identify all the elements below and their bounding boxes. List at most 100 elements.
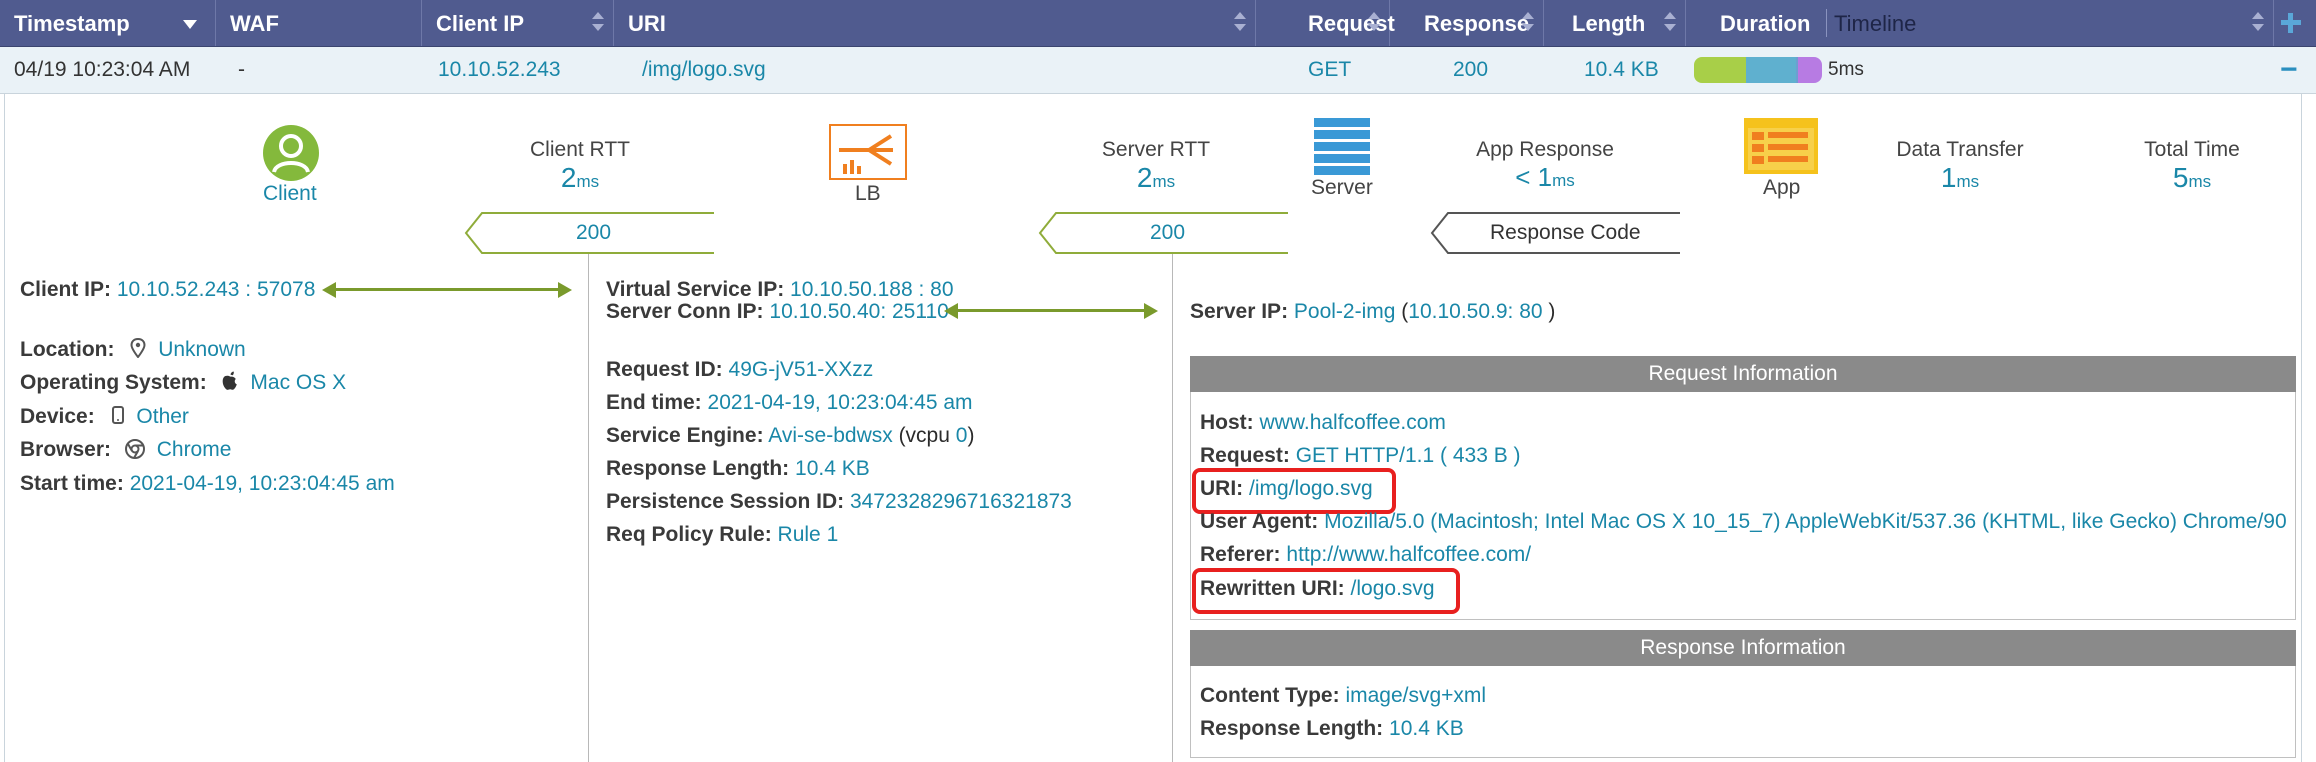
chrome-icon [124, 439, 145, 459]
sort-icon[interactable] [1663, 12, 1677, 34]
sort-desc-icon[interactable] [183, 20, 197, 29]
request-label: Request: [1200, 444, 1290, 467]
server-pool-value[interactable]: Pool-2-img [1294, 300, 1396, 323]
referer-value[interactable]: http://www.halfcoffee.com/ [1286, 543, 1531, 566]
column-label: Request [1308, 11, 1395, 36]
user-agent-label: User Agent: [1200, 510, 1319, 533]
response-code-server: 200 [1150, 221, 1186, 244]
request-id-label: Request ID: [606, 358, 723, 381]
column-waf[interactable]: WAF [216, 0, 422, 46]
resp-length-label: Response Length: [1200, 717, 1384, 740]
column-request[interactable]: Request [1256, 0, 1395, 46]
column-client-ip[interactable]: Client IP [422, 0, 614, 46]
data-transfer-unit: ms [1956, 172, 1980, 191]
policy-rule-value[interactable]: Rule 1 [778, 523, 839, 546]
column-duration[interactable]: Duration [1686, 0, 1830, 46]
client-ip-value[interactable]: 10.10.52.243 : 57078 [117, 278, 316, 301]
column-timeline[interactable]: Timeline [1828, 0, 2274, 46]
vcpu-suffix: ) [967, 424, 975, 447]
server-rtt-unit: ms [1152, 172, 1176, 191]
column-label: URI [628, 11, 666, 36]
browser-value[interactable]: Chrome [157, 438, 232, 461]
service-engine-field: Service Engine: Avi-se-bdwsx (vcpu 0) [606, 422, 974, 450]
column-label: Client IP [436, 11, 525, 36]
sort-icon[interactable] [1233, 12, 1247, 34]
timeline-server-segment [1746, 57, 1796, 83]
user-agent-field: User Agent: Mozilla/5.0 (Macintosh; Inte… [1200, 508, 2294, 536]
divider [588, 254, 589, 762]
sort-icon[interactable] [2251, 12, 2265, 34]
client-rtt-value: 2 [560, 162, 577, 193]
server-addr-value[interactable]: 10.10.50.9: 80 [1408, 300, 1542, 323]
server-label: Server [1311, 176, 1373, 199]
policy-rule-field: Req Policy Rule: Rule 1 [606, 521, 838, 549]
row-request[interactable]: GET [1308, 47, 1351, 93]
column-label: Response [1424, 11, 1530, 36]
row-uri[interactable]: /img/logo.svg [642, 47, 766, 93]
server-addr-close: ) [1542, 300, 1556, 323]
client-ip-label: Client IP: [20, 278, 112, 301]
location-field: Location: Unknown [20, 336, 246, 364]
row-waf: - [238, 58, 245, 81]
device-value[interactable]: Other [136, 405, 189, 428]
end-time-value: 2021-04-19, 10:23:04:45 am [707, 391, 973, 414]
response-code-legend: Response Code [1490, 221, 1641, 244]
column-label: WAF [230, 11, 279, 36]
lb-label: LB [855, 182, 881, 205]
os-field: Operating System: Mac OS X [20, 369, 346, 397]
server-addr-open: ( [1395, 300, 1409, 323]
arrow-right-icon [1144, 303, 1158, 319]
request-id-field: Request ID: 49G-jV51-XXzz [606, 356, 873, 384]
column-label: Timestamp [14, 11, 130, 36]
service-engine-value[interactable]: Avi-se-bdwsx [768, 424, 892, 447]
total-time-label: Total Time [2144, 138, 2240, 161]
app-icon [1744, 118, 1818, 174]
log-row[interactable]: 04/19 10:23:04 AM - 10.10.52.243 /img/lo… [0, 47, 2316, 94]
column-timestamp[interactable]: Timestamp [0, 0, 216, 46]
sort-icon[interactable] [591, 12, 605, 34]
end-time-label: End time: [606, 391, 702, 414]
plus-icon[interactable] [2278, 10, 2304, 36]
collapse-button[interactable]: − [2280, 47, 2298, 93]
persistence-id-value: 3472328296716321873 [849, 490, 1072, 513]
data-transfer-value: 1 [1940, 162, 1957, 193]
row-response[interactable]: 200 [1453, 47, 1488, 93]
server-conn-ip-value[interactable]: 10.10.50.40: 25110 [769, 300, 948, 323]
app-response-label: App Response [1476, 138, 1614, 161]
content-type-value: image/svg+xml [1345, 684, 1487, 707]
column-uri[interactable]: URI [614, 0, 1256, 46]
policy-rule-label: Req Policy Rule: [606, 523, 772, 546]
connection-line [956, 309, 1146, 312]
end-time-field: End time: 2021-04-19, 10:23:04:45 am [606, 389, 973, 417]
start-time-field: Start time: 2021-04-19, 10:23:04:45 am [20, 470, 395, 498]
location-label: Location: [20, 338, 115, 361]
sort-icon[interactable] [1521, 12, 1535, 34]
host-label: Host: [1200, 411, 1254, 434]
sort-icon[interactable] [1367, 12, 1381, 34]
server-rtt-value: 2 [1136, 162, 1153, 193]
host-field: Host: www.halfcoffee.com [1200, 409, 1446, 437]
column-label: Length [1572, 11, 1646, 36]
request-id-value[interactable]: 49G-jV51-XXzz [729, 358, 874, 381]
request-value: GET HTTP/1.1 ( 433 B ) [1295, 444, 1521, 467]
client-label: Client [263, 182, 317, 205]
app-response-unit: ms [1552, 171, 1575, 190]
column-length[interactable]: Length [1544, 0, 1686, 46]
os-value[interactable]: Mac OS X [250, 371, 346, 394]
start-time-label: Start time: [20, 472, 124, 495]
row-client-ip[interactable]: 10.10.52.243 [438, 47, 561, 93]
location-value[interactable]: Unknown [158, 338, 246, 361]
phone-icon [111, 405, 125, 425]
service-engine-label: Service Engine: [606, 424, 764, 447]
persistence-id-field: Persistence Session ID: 3472328296716321… [606, 488, 1072, 516]
vcpu-prefix: (vcpu [892, 424, 956, 447]
response-length-value: 10.4 KB [795, 457, 870, 480]
column-response[interactable]: Response [1390, 0, 1544, 46]
server-ip-label: Server IP: [1190, 300, 1289, 323]
server-icon [1314, 118, 1370, 176]
server-rtt-metric: Server RTT 2ms [1076, 138, 1236, 194]
request-field: Request: GET HTTP/1.1 ( 433 B ) [1200, 442, 1521, 470]
device-field: Device: Other [20, 403, 189, 431]
content-type-label: Content Type: [1200, 684, 1340, 707]
app-label: App [1763, 176, 1801, 199]
